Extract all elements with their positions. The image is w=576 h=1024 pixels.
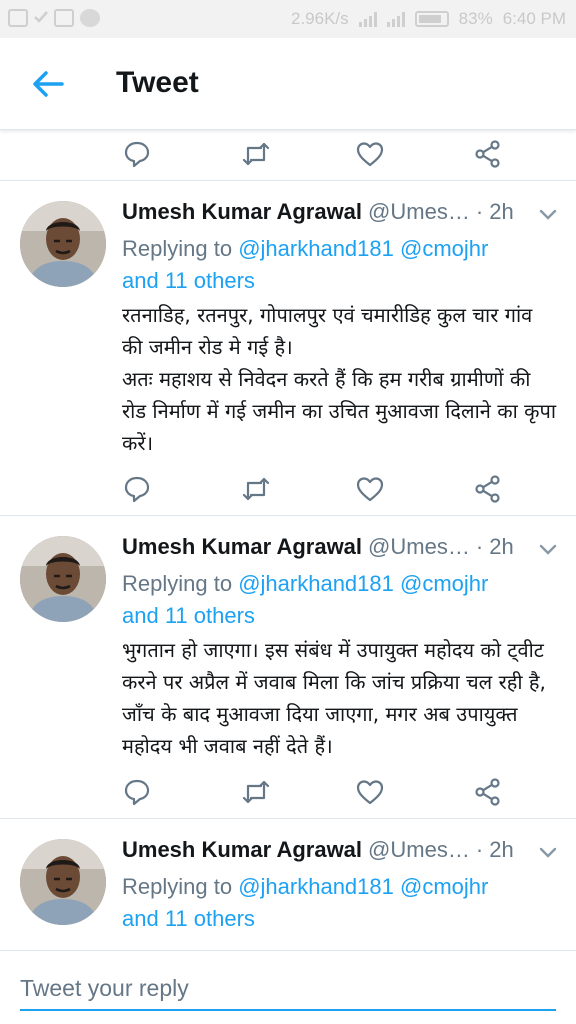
chevron-down-icon[interactable] — [538, 542, 558, 558]
reply-button[interactable] — [121, 776, 153, 808]
like-icon — [356, 477, 384, 502]
chevron-down-icon[interactable] — [538, 207, 558, 223]
retweet-button[interactable] — [240, 473, 272, 505]
avatar[interactable] — [20, 536, 106, 622]
mention-link[interactable]: @jharkhand181 — [238, 874, 394, 899]
share-button[interactable] — [472, 473, 504, 505]
reply-icon — [124, 476, 150, 503]
replying-to: Replying to @jharkhand181 @cmojhr and 11… — [122, 871, 558, 935]
chevron-down-icon[interactable] — [538, 845, 558, 861]
reply-composer — [0, 950, 576, 1024]
status-indicators: 2.96K/s 83% 6:40 PM — [291, 9, 566, 29]
retweet-icon — [242, 477, 270, 501]
share-icon — [475, 778, 500, 806]
avatar[interactable] — [20, 201, 106, 287]
mention-others-link[interactable]: and 11 others — [122, 268, 255, 293]
tweet-actions — [0, 465, 576, 515]
reply-icon — [124, 141, 150, 168]
tweet-list[interactable]: Umesh Kumar Agrawal @Umes… · 2h Replying… — [0, 130, 576, 950]
mention-link[interactable]: @cmojhr — [400, 236, 488, 261]
page-title: Tweet — [116, 66, 199, 99]
like-button[interactable] — [354, 138, 386, 170]
timestamp: · 2h — [475, 199, 514, 224]
retweet-icon — [242, 780, 270, 804]
mention-others-link[interactable]: and 11 others — [122, 603, 255, 628]
like-icon — [356, 780, 384, 805]
author-name[interactable]: Umesh Kumar Agrawal — [122, 199, 362, 225]
retweet-button[interactable] — [240, 776, 272, 808]
notification-icons — [8, 9, 100, 27]
like-button[interactable] — [354, 473, 386, 505]
replying-prefix: Replying to — [122, 874, 233, 899]
status-bar: 2.96K/s 83% 6:40 PM — [0, 0, 576, 38]
author-handle[interactable]: @Umes… — [368, 534, 470, 560]
mention-link[interactable]: @jharkhand181 — [238, 236, 394, 261]
signal-icon — [358, 11, 377, 27]
author-name[interactable]: Umesh Kumar Agrawal — [122, 534, 362, 560]
back-button[interactable] — [28, 64, 68, 104]
tweet-header: Umesh Kumar Agrawal @Umes… · 2h — [122, 534, 558, 568]
tweet-header: Umesh Kumar Agrawal @Umes… · 2h — [122, 199, 558, 233]
replying-to: Replying to @jharkhand181 @cmojhr and 11… — [122, 568, 558, 632]
share-icon — [475, 475, 500, 503]
replying-prefix: Replying to — [122, 571, 233, 596]
tweet[interactable]: Umesh Kumar Agrawal @Umes… · 2h Replying… — [0, 819, 576, 935]
like-icon — [356, 142, 384, 167]
author-name[interactable]: Umesh Kumar Agrawal — [122, 837, 362, 863]
tweet-text: रतनाडिह, रतनपुर, गोपालपुर एवं चमारीडिह क… — [122, 303, 557, 455]
tweet-header: Umesh Kumar Agrawal @Umes… · 2h — [122, 837, 558, 871]
mention-others-link[interactable]: and 11 others — [122, 906, 255, 931]
image-icon — [54, 9, 74, 27]
author-handle[interactable]: @Umes… — [368, 837, 470, 863]
clock: 6:40 PM — [502, 9, 566, 28]
share-button[interactable] — [472, 776, 504, 808]
author-handle[interactable]: @Umes… — [368, 199, 470, 225]
tweet[interactable]: Umesh Kumar Agrawal @Umes… · 2h Replying… — [0, 516, 576, 818]
retweet-button[interactable] — [240, 138, 272, 170]
timestamp: · 2h — [475, 837, 514, 862]
arrow-left-icon — [33, 71, 64, 97]
timestamp: · 2h — [475, 534, 514, 559]
battery-percent: 83% — [458, 9, 493, 28]
share-icon — [475, 140, 500, 168]
check-icon — [34, 9, 48, 27]
reply-input[interactable] — [20, 967, 556, 1011]
reply-button[interactable] — [121, 473, 153, 505]
signal-icon-2 — [386, 11, 405, 27]
tweet-actions — [0, 768, 576, 818]
reply-button[interactable] — [121, 138, 153, 170]
avatar[interactable] — [20, 839, 106, 925]
mention-link[interactable]: @cmojhr — [400, 571, 488, 596]
mention-link[interactable]: @cmojhr — [400, 874, 488, 899]
app-header: Tweet — [0, 38, 576, 130]
replying-prefix: Replying to — [122, 236, 233, 261]
net-speed: 2.96K/s — [291, 9, 349, 28]
like-button[interactable] — [354, 776, 386, 808]
tweet-text: भुगतान हो जाएगा। इस संबंध में उपायुक्त म… — [122, 638, 546, 758]
mail-icon — [8, 9, 28, 27]
retweet-icon — [242, 142, 270, 166]
battery-icon — [414, 11, 449, 27]
reply-icon — [124, 779, 150, 806]
share-button[interactable] — [472, 138, 504, 170]
whatsapp-icon — [80, 9, 100, 27]
tweet[interactable]: Umesh Kumar Agrawal @Umes… · 2h Replying… — [0, 181, 576, 515]
tweet-actions — [0, 130, 576, 180]
replying-to: Replying to @jharkhand181 @cmojhr and 11… — [122, 233, 558, 297]
mention-link[interactable]: @jharkhand181 — [238, 571, 394, 596]
